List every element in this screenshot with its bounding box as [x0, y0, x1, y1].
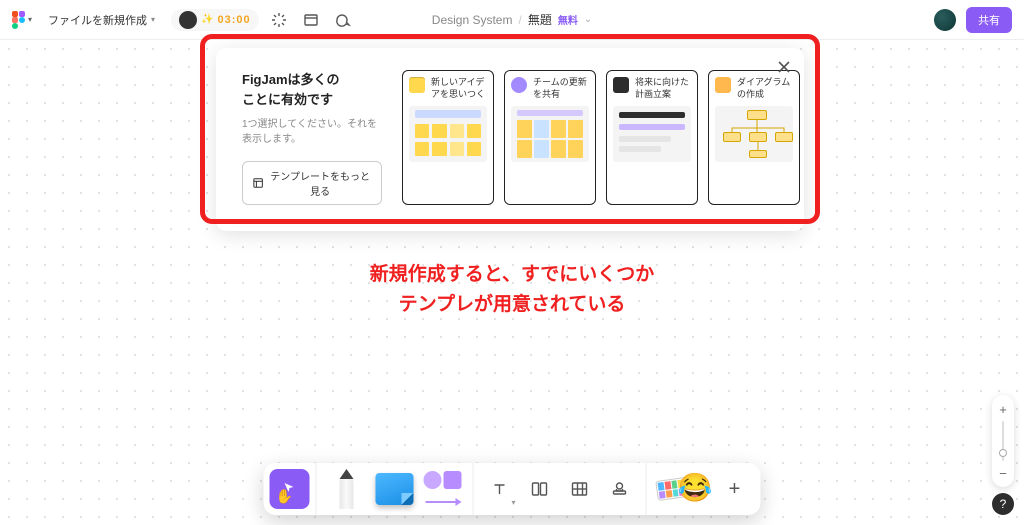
share-button[interactable]: 共有 — [966, 7, 1012, 33]
canvas[interactable]: FigJamは多くのことに有効です 1つ選択してください。それを表示します。 テ… — [0, 40, 1024, 525]
file-name[interactable]: 無題 — [528, 11, 552, 28]
pencil-tool[interactable] — [323, 469, 371, 509]
template-card-brainstorm[interactable]: 新しいアイデアを思いつく — [402, 70, 494, 205]
template-panel-subtitle: 1つ選択してください。それを表示します。 — [242, 117, 382, 147]
hand-tool-icon: ✋ — [276, 488, 293, 505]
zoom-track[interactable] — [1002, 421, 1004, 461]
help-button[interactable]: ? — [992, 493, 1014, 515]
section-tool[interactable] — [520, 469, 560, 509]
template-card-preview — [511, 106, 589, 162]
chevron-down-icon: ▾ — [151, 15, 155, 24]
template-card-preview — [409, 106, 487, 162]
chevron-down-icon[interactable]: ⌄ — [584, 14, 592, 25]
file-create-label: ファイルを新規作成 — [48, 12, 147, 28]
more-templates-button[interactable]: テンプレートをもっと見る — [242, 161, 382, 205]
frame-button[interactable] — [299, 8, 323, 32]
timer-value: 03:00 — [217, 14, 250, 26]
comment-button[interactable] — [331, 8, 355, 32]
zoom-slider[interactable]: + − — [992, 395, 1014, 487]
template-icon — [253, 177, 263, 189]
annotation-text: 新規作成すると、すでにいくつかテンプレが用意されている — [0, 260, 1024, 321]
stamp-tool[interactable] — [600, 469, 640, 509]
template-card-title: チームの更新を共有 — [533, 77, 589, 100]
stickers-tool[interactable]: 😂 — [653, 469, 715, 509]
pencil-icon — [334, 469, 360, 509]
chevron-down-icon: ▾ — [28, 15, 32, 24]
bottom-toolbar: ✋ ▾ � — [264, 463, 761, 515]
sticky-note-icon — [376, 473, 414, 505]
file-create-menu[interactable]: ファイルを新規作成 ▾ — [40, 8, 163, 32]
template-card-preview — [715, 106, 793, 162]
figjam-logo[interactable]: ▾ — [12, 10, 32, 30]
template-card-title: 将来に向けた計画立案 — [635, 77, 691, 100]
project-name[interactable]: Design System — [432, 13, 513, 27]
select-tool[interactable]: ✋ — [270, 469, 310, 509]
table-tool[interactable] — [560, 469, 600, 509]
template-panel-title: FigJamは多くのことに有効です — [242, 70, 382, 109]
template-panel: FigJamは多くのことに有効です 1つ選択してください。それを表示します。 テ… — [216, 48, 804, 231]
plan-badge[interactable]: 無料 — [558, 12, 578, 27]
text-tool[interactable]: ▾ — [480, 469, 520, 509]
zoom-in-button[interactable]: + — [995, 401, 1011, 417]
timer-widget[interactable]: ✨ 03:00 — [171, 9, 259, 31]
zoom-out-button[interactable]: − — [995, 465, 1011, 481]
zoom-thumb[interactable] — [999, 449, 1007, 457]
sparkle-icon: ✨ — [201, 14, 213, 25]
template-card-diagram[interactable]: ダイアグラムの作成 — [708, 70, 800, 205]
breadcrumb: Design System / 無題 無料 ⌄ — [432, 11, 592, 28]
more-templates-label: テンプレートをもっと見る — [269, 168, 371, 198]
timer-avatar-icon — [179, 11, 197, 29]
ai-sparkle-button[interactable] — [267, 8, 291, 32]
close-button[interactable] — [778, 60, 790, 78]
sticky-note-tool[interactable] — [371, 469, 419, 509]
diagram-icon — [715, 77, 731, 93]
shapes-icon — [422, 471, 464, 507]
breadcrumb-separator: / — [518, 13, 521, 27]
shapes-tool[interactable] — [419, 469, 467, 509]
top-bar-left: ▾ ファイルを新規作成 ▾ ✨ 03:00 — [12, 8, 355, 32]
template-panel-intro: FigJamは多くのことに有効です 1つ選択してください。それを表示します。 テ… — [242, 70, 382, 205]
template-card-title: 新しいアイデアを思いつく — [431, 77, 487, 100]
laughing-emoji-icon: 😂 — [678, 471, 713, 504]
template-card-title: ダイアグラムの作成 — [737, 77, 793, 100]
plan-icon — [613, 77, 629, 93]
template-card-share-update[interactable]: チームの更新を共有 — [504, 70, 596, 205]
template-cards: 新しいアイデアを思いつく チームの更新を共有 — [402, 70, 800, 205]
stickers-icon: 😂 — [657, 469, 711, 509]
plus-icon: + — [729, 478, 741, 501]
megaphone-icon — [511, 77, 527, 93]
add-more-button[interactable]: + — [715, 469, 755, 509]
zoom-controls: + − ? — [992, 395, 1014, 515]
top-bar: ▾ ファイルを新規作成 ▾ ✨ 03:00 Design System / 無題… — [0, 0, 1024, 40]
top-bar-right: 共有 — [934, 7, 1012, 33]
template-card-preview — [613, 106, 691, 162]
template-card-plan[interactable]: 将来に向けた計画立案 — [606, 70, 698, 205]
sticky-note-icon — [409, 77, 425, 93]
user-avatar[interactable] — [934, 9, 956, 31]
